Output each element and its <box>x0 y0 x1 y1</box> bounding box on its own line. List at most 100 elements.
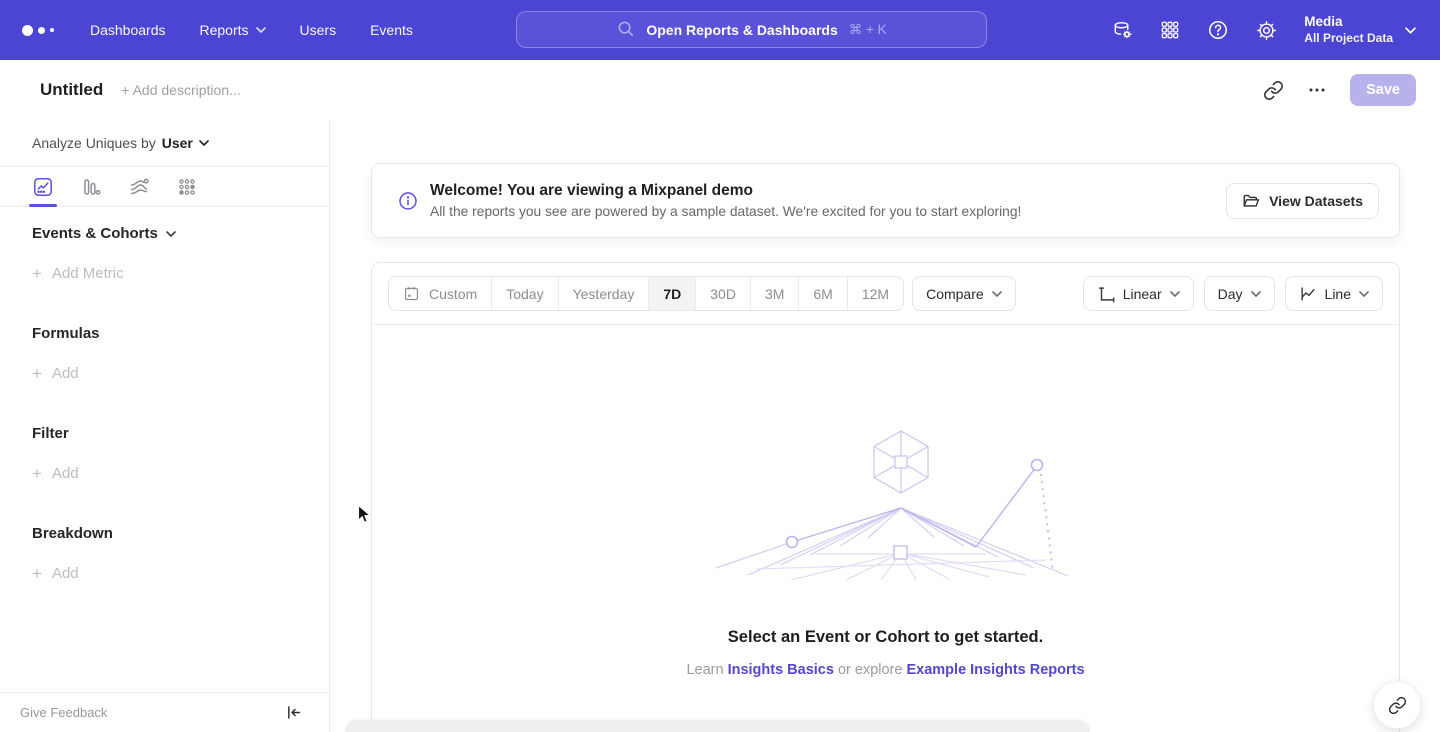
scale-label: Linear <box>1123 286 1162 302</box>
data-management-icon[interactable] <box>1110 18 1134 42</box>
range-label: Custom <box>429 286 477 302</box>
chart-controls-bar: Custom Today Yesterday 7D 30D 3M 6M 12M … <box>372 263 1399 324</box>
empty-state-illustration <box>696 425 1076 580</box>
chevron-down-icon[interactable] <box>1405 21 1416 39</box>
example-insights-reports-link[interactable]: Example Insights Reports <box>906 662 1084 678</box>
help-icon[interactable] <box>1206 18 1230 42</box>
add-filter-button[interactable]: + Add <box>32 464 297 484</box>
tab-retention-grid[interactable] <box>174 167 200 207</box>
chevron-down-icon <box>1251 291 1261 297</box>
nav-item-events[interactable]: Events <box>370 22 413 38</box>
flows-tab-icon <box>128 176 150 198</box>
give-feedback-link[interactable]: Give Feedback <box>20 705 107 720</box>
interval-dropdown[interactable]: Day <box>1204 276 1275 311</box>
range-label: 7D <box>663 286 681 302</box>
range-30d[interactable]: 30D <box>695 277 750 310</box>
project-switcher[interactable]: Media All Project Data <box>1304 13 1393 46</box>
chart-type-label: Line <box>1325 286 1351 302</box>
nav-item-reports[interactable]: Reports <box>200 22 266 38</box>
section-title: Breakdown <box>32 524 113 544</box>
retention-grid-tab-icon <box>176 176 198 198</box>
apps-grid-icon[interactable] <box>1158 18 1182 42</box>
add-breakdown-button[interactable]: + Add <box>32 564 297 584</box>
nav-left-group: Dashboards Reports Users Events <box>0 22 447 38</box>
info-icon <box>398 191 418 211</box>
search-icon <box>616 19 635 43</box>
share-link-fab[interactable] <box>1373 681 1421 729</box>
add-formula-button[interactable]: + Add <box>32 364 297 384</box>
nav-item-dashboards[interactable]: Dashboards <box>90 22 166 38</box>
nav-right-group: Media All Project Data <box>1086 0 1440 60</box>
analyze-value-dropdown[interactable]: User <box>162 135 209 151</box>
nav-item-label: Users <box>300 22 337 38</box>
tab-flows[interactable] <box>126 167 152 207</box>
tab-bar-chart[interactable] <box>78 167 104 207</box>
range-label: 30D <box>710 286 736 302</box>
range-3m[interactable]: 3M <box>750 277 798 310</box>
more-options-icon[interactable] <box>1306 79 1328 101</box>
top-nav-bar: Dashboards Reports Users Events Open Rep… <box>0 0 1440 60</box>
insights-basics-link[interactable]: Insights Basics <box>728 662 834 678</box>
section-formulas: Formulas <box>32 324 297 344</box>
search-placeholder: Open Reports & Dashboards <box>646 22 837 38</box>
explore-text: or explore <box>834 662 907 678</box>
section-filter: Filter <box>32 424 297 444</box>
learn-text: Learn <box>686 662 727 678</box>
global-search-bar[interactable]: Open Reports & Dashboards ⌘ + K <box>516 11 987 48</box>
range-7d[interactable]: 7D <box>648 277 695 310</box>
linear-axis-icon <box>1097 285 1115 303</box>
range-yesterday[interactable]: Yesterday <box>558 277 649 310</box>
save-button[interactable]: Save <box>1350 74 1416 106</box>
report-title[interactable]: Untitled <box>40 80 103 100</box>
plus-icon: + <box>32 464 42 484</box>
range-label: 3M <box>765 286 784 302</box>
chevron-down-icon <box>199 140 209 146</box>
compare-label: Compare <box>926 286 984 302</box>
interval-label: Day <box>1218 286 1243 302</box>
chart-type-dropdown[interactable]: Line <box>1285 276 1383 311</box>
action-label: Add <box>52 464 79 484</box>
banner-title: Welcome! You are viewing a Mixpanel demo <box>430 182 1226 200</box>
report-header: Untitled + Add description... Save <box>0 60 1440 120</box>
range-custom[interactable]: Custom <box>389 277 491 310</box>
bottom-sheet-peek[interactable] <box>345 720 1090 732</box>
collapse-sidebar-icon[interactable] <box>285 704 302 721</box>
chevron-down-icon <box>1170 291 1180 297</box>
chevron-down-icon <box>1359 291 1369 297</box>
project-name: Media <box>1304 13 1393 31</box>
range-6m[interactable]: 6M <box>798 277 846 310</box>
section-title: Formulas <box>32 324 100 344</box>
compare-button[interactable]: Compare <box>912 276 1016 311</box>
date-range-segmented-control: Custom Today Yesterday 7D 30D 3M 6M 12M <box>388 276 904 311</box>
range-today[interactable]: Today <box>491 277 557 310</box>
report-description-input[interactable]: + Add description... <box>121 82 1240 98</box>
nav-item-label: Events <box>370 22 413 38</box>
scale-dropdown[interactable]: Linear <box>1083 276 1194 311</box>
search-shortcut: ⌘ + K <box>849 22 887 38</box>
action-label: Add <box>52 564 79 584</box>
section-title: Events & Cohorts <box>32 224 158 244</box>
chevron-down-icon <box>992 291 1002 297</box>
view-datasets-button[interactable]: View Datasets <box>1226 183 1379 219</box>
plus-icon: + <box>32 264 42 284</box>
link-icon <box>1388 696 1407 715</box>
section-events-cohorts[interactable]: Events & Cohorts <box>32 224 297 244</box>
nav-item-users[interactable]: Users <box>300 22 337 38</box>
range-12m[interactable]: 12M <box>847 277 903 310</box>
settings-gear-icon[interactable] <box>1254 18 1278 42</box>
view-datasets-label: View Datasets <box>1269 193 1363 209</box>
plus-icon: + <box>32 564 42 584</box>
banner-subtitle: All the reports you see are powered by a… <box>430 204 1226 219</box>
range-label: Today <box>506 286 543 302</box>
analyze-label: Analyze Uniques by <box>32 135 156 151</box>
tab-insights-line-chart[interactable] <box>30 167 56 207</box>
range-label: 6M <box>813 286 832 302</box>
welcome-banner: Welcome! You are viewing a Mixpanel demo… <box>371 163 1400 238</box>
project-subtitle: All Project Data <box>1304 31 1393 47</box>
mixpanel-logo-icon[interactable] <box>22 25 54 36</box>
chevron-down-icon <box>256 27 266 33</box>
range-label: 12M <box>862 286 889 302</box>
copy-link-icon[interactable] <box>1262 79 1284 101</box>
empty-state: Select an Event or Cohort to get started… <box>372 325 1399 678</box>
add-metric-button[interactable]: + Add Metric <box>32 264 297 284</box>
